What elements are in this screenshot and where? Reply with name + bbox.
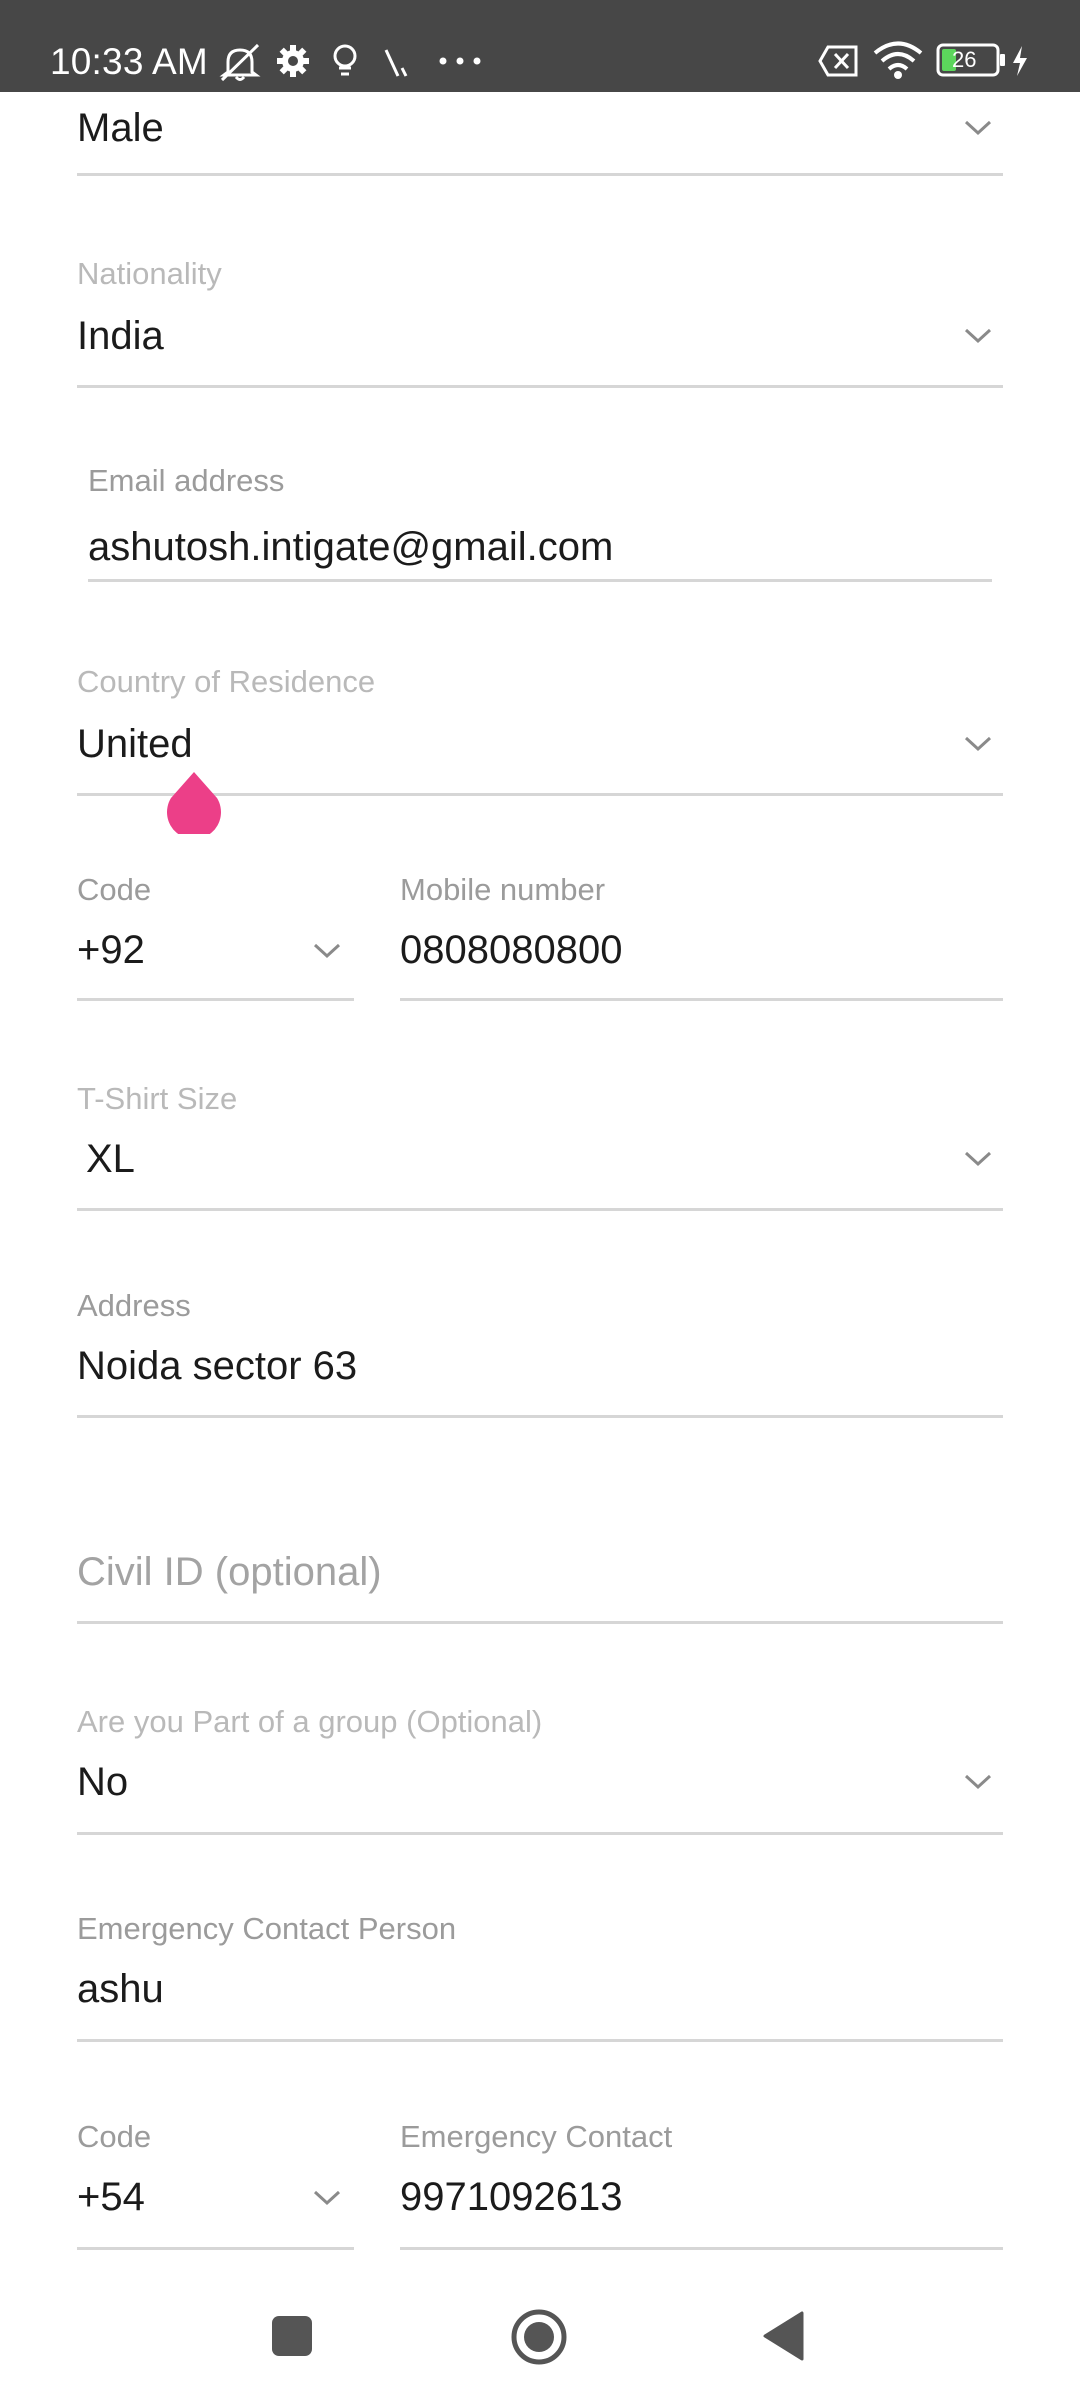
emergency-contact-field[interactable]: Emergency Contact 9971092613 <box>400 2117 1003 2251</box>
tshirt-size-value: XL <box>86 1137 135 1181</box>
nationality-underline <box>77 385 1003 388</box>
tshirt-size-underline <box>77 1208 1003 1211</box>
nationality-label: Nationality <box>77 256 222 291</box>
tshirt-size-dropdown[interactable]: T-Shirt Size XL <box>77 1079 1003 1213</box>
location-icon <box>333 44 357 76</box>
group-value: No <box>77 1760 129 1804</box>
chevron-down-icon <box>313 943 341 959</box>
more-icon <box>439 57 481 65</box>
mute-icon <box>219 43 261 82</box>
address-underline <box>77 1415 1003 1418</box>
wifi-icon <box>873 41 923 79</box>
emergency-contact-person-field[interactable]: Emergency Contact Person ashu <box>77 1909 1003 2043</box>
country-of-residence-value: United <box>77 722 193 766</box>
mobile-code-value: +92 <box>77 928 145 972</box>
emergency-contact-person-underline <box>77 2039 1003 2042</box>
email-label: Email address <box>88 463 285 498</box>
emergency-contact-underline <box>400 2247 1003 2250</box>
mobile-code-dropdown[interactable]: Code +92 <box>77 870 354 1002</box>
settings-icon <box>277 45 309 77</box>
chevron-down-icon <box>964 120 992 136</box>
nationality-dropdown[interactable]: Nationality India <box>77 254 1003 390</box>
home-button[interactable] <box>510 2308 568 2366</box>
emergency-contact-value: 9971092613 <box>400 2175 623 2219</box>
nationality-value: India <box>77 314 164 358</box>
slash-icon <box>384 49 408 77</box>
gender-dropdown[interactable]: Male <box>77 94 1003 178</box>
chevron-down-icon <box>964 1151 992 1167</box>
emergency-contact-person-label: Emergency Contact Person <box>77 1911 457 1946</box>
mobile-code-label: Code <box>77 872 152 907</box>
back-button[interactable] <box>762 2310 806 2362</box>
email-value: ashutosh.intigate@gmail.com <box>88 525 614 569</box>
mobile-number-field[interactable]: Mobile number 0808080800 <box>400 870 1003 1002</box>
emergency-code-dropdown[interactable]: Code +54 <box>77 2117 354 2251</box>
email-field[interactable]: Email address ashutosh.intigate@gmail.co… <box>88 461 992 583</box>
country-of-residence-label: Country of Residence <box>77 664 376 699</box>
gender-value: Male <box>77 106 164 150</box>
status-bar: 10:33 AM 26 <box>0 0 1080 92</box>
mobile-number-underline <box>400 998 1003 1001</box>
email-underline <box>88 579 992 582</box>
address-value: Noida sector 63 <box>77 1344 358 1388</box>
chevron-down-icon <box>964 736 992 752</box>
chevron-down-icon <box>313 2190 341 2206</box>
group-dropdown[interactable]: Are you Part of a group (Optional) No <box>77 1702 1003 1836</box>
gender-underline <box>77 173 1003 176</box>
civil-id-field[interactable]: Civil ID (optional) <box>77 1540 1003 1626</box>
emergency-contact-person-value: ashu <box>77 1967 164 2011</box>
status-time: 10:33 AM <box>50 41 208 82</box>
emergency-code-underline <box>77 2247 354 2250</box>
address-field[interactable]: Address Noida sector 63 <box>77 1286 1003 1420</box>
sim-cross-icon <box>818 45 858 77</box>
chevron-down-icon <box>964 1774 992 1790</box>
mobile-number-value: 0808080800 <box>400 928 623 972</box>
emergency-code-value: +54 <box>77 2175 145 2219</box>
navigation-bar <box>0 2260 1080 2400</box>
battery-level: 26 <box>952 47 977 72</box>
charging-icon <box>1013 46 1027 76</box>
mobile-code-underline <box>77 998 354 1001</box>
mobile-number-label: Mobile number <box>400 872 606 907</box>
chevron-down-icon <box>964 328 992 344</box>
battery-icon: 26 <box>936 43 1005 77</box>
address-label: Address <box>77 1288 191 1323</box>
recents-button[interactable] <box>270 2314 314 2358</box>
text-cursor-handle[interactable] <box>165 770 223 834</box>
group-label: Are you Part of a group (Optional) <box>77 1704 543 1739</box>
civil-id-placeholder: Civil ID (optional) <box>77 1550 382 1594</box>
group-underline <box>77 1832 1003 1835</box>
tshirt-size-label: T-Shirt Size <box>77 1081 238 1116</box>
emergency-code-label: Code <box>77 2119 152 2154</box>
civil-id-underline <box>77 1621 1003 1624</box>
emergency-contact-label: Emergency Contact <box>400 2119 673 2154</box>
